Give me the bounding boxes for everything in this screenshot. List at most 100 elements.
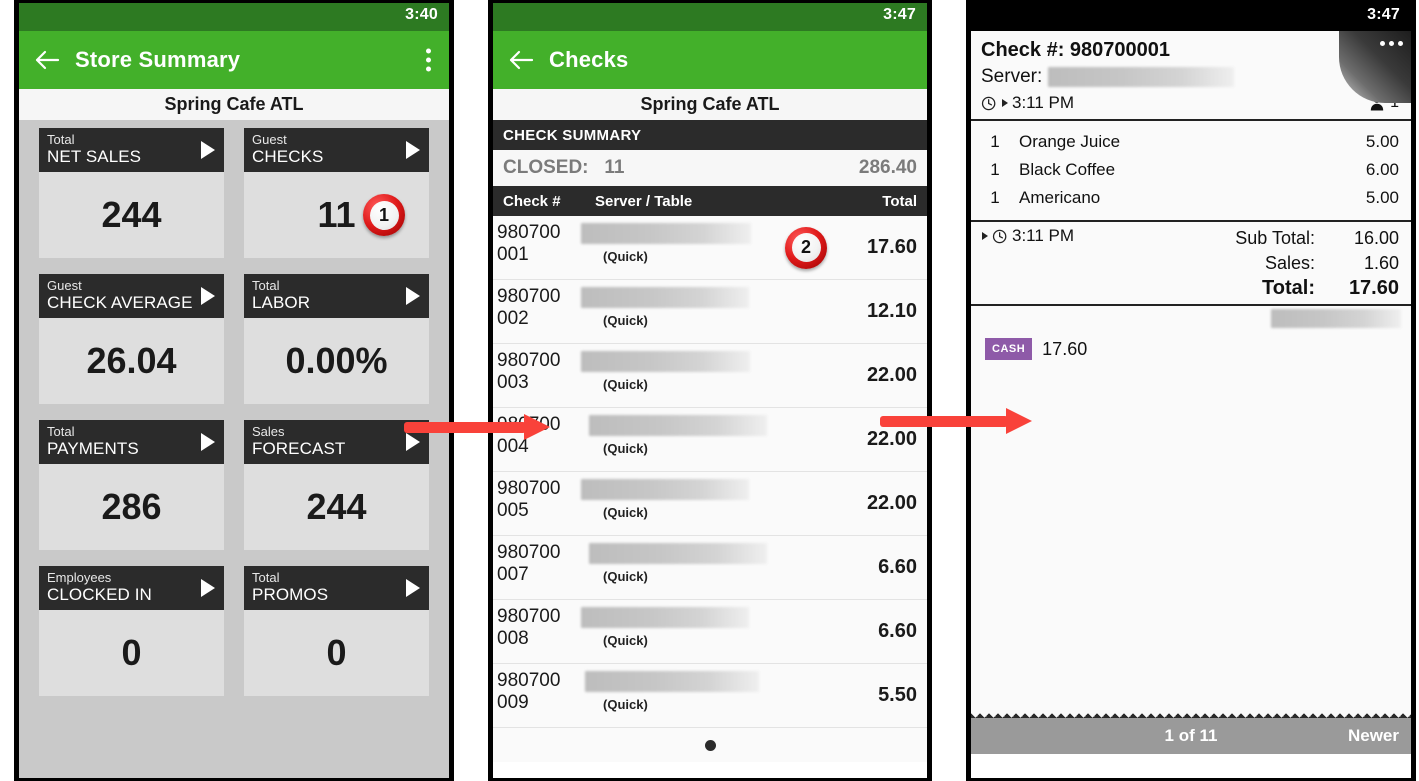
- summary-total: 286.40: [858, 157, 917, 178]
- check-list-item[interactable]: 980700 001 (Quick) 17.60 2: [493, 216, 927, 280]
- total-label: Total:: [1262, 277, 1315, 299]
- column-header-check-no: Check #: [503, 192, 561, 210]
- check-list-item[interactable]: 980700 009 (Quick) 5.50: [493, 664, 927, 728]
- check-server-table: (Quick): [581, 536, 825, 599]
- item-qty: 1: [990, 132, 1000, 151]
- tile-header: Total PROMOS: [244, 566, 429, 610]
- check-list-item[interactable]: 980700 007 (Quick) 6.60: [493, 536, 927, 600]
- check-number-top: 980700: [497, 670, 561, 691]
- item-price: 5.00: [1365, 132, 1399, 151]
- column-header-server-table: Server / Table: [595, 192, 693, 210]
- check-number-top: 980700: [497, 606, 561, 627]
- tile-row: Total NET SALES 244 Guest CHECKS 11 1: [19, 128, 449, 258]
- page-indicator: 1 of 11: [1164, 726, 1218, 745]
- play-arrow-icon: [201, 287, 215, 305]
- server-name-redacted: [581, 287, 749, 308]
- check-list-item[interactable]: 980700 005 (Quick) 22.00: [493, 472, 927, 536]
- column-header-total: Total: [882, 192, 917, 210]
- item-price: 5.00: [1365, 188, 1399, 207]
- metric-tile-checks[interactable]: Guest CHECKS 11 1: [244, 128, 429, 258]
- server-row: Server:: [981, 64, 1401, 90]
- receipt-footer-bar: 1 of 11 Newer: [971, 718, 1411, 754]
- tile-category: Sales: [252, 424, 285, 439]
- summary-left: CLOSED: 11: [503, 157, 624, 179]
- metric-tile-promos[interactable]: Total PROMOS 0: [244, 566, 429, 696]
- tile-value: 11: [317, 194, 356, 235]
- server-name-redacted: [589, 415, 767, 436]
- arrow-shaft: [880, 416, 1008, 427]
- check-number-top: 980700: [497, 286, 561, 307]
- total-label: Sales:: [1264, 253, 1315, 273]
- tile-category: Total: [47, 424, 75, 439]
- pagination-indicator[interactable]: [493, 728, 927, 762]
- check-total: 22.00: [866, 492, 917, 514]
- check-list-item[interactable]: 980700 002 (Quick) 12.10: [493, 280, 927, 344]
- item-qty: 1: [990, 160, 1000, 179]
- metric-tile-payments[interactable]: Total PAYMENTS 286: [39, 420, 224, 550]
- flow-arrow-1: [404, 414, 550, 440]
- tile-name: NET SALES: [47, 147, 142, 166]
- server-name-redacted: [581, 607, 749, 628]
- back-arrow-icon[interactable]: [19, 49, 75, 71]
- section-header-check-summary: CHECK SUMMARY: [493, 120, 927, 150]
- clock-icon: [981, 96, 996, 110]
- metric-tile-labor[interactable]: Total LABOR 0.00%: [244, 274, 429, 404]
- back-arrow-icon[interactable]: [493, 49, 549, 71]
- play-arrow-icon: [201, 579, 215, 597]
- status-bar: 3:47: [971, 3, 1411, 31]
- server-name-redacted: [581, 223, 751, 244]
- tile-category: Employees: [47, 570, 112, 585]
- check-total: 22.00: [866, 364, 917, 386]
- check-table: (Quick): [603, 569, 648, 584]
- check-list-item[interactable]: 980700 003 (Quick) 22.00: [493, 344, 927, 408]
- metric-tile-clocked-in[interactable]: Employees CLOCKED IN 0: [39, 566, 224, 696]
- overflow-menu-icon[interactable]: [426, 48, 431, 72]
- check-number-top: 980700: [497, 542, 561, 563]
- status-bar-time: 3:40: [405, 6, 438, 23]
- tile-name: CLOCKED IN: [47, 585, 152, 604]
- clock-icon: [992, 229, 1007, 243]
- status-bar-time: 3:47: [883, 6, 916, 23]
- store-name-header: Spring Cafe ATL: [19, 89, 449, 120]
- play-arrow-icon: [406, 141, 420, 159]
- check-number: 980700 008: [493, 600, 581, 663]
- check-list-item[interactable]: 980700 004 (Quick) 22.00: [493, 408, 927, 472]
- arrow-shaft: [404, 422, 526, 433]
- receipt-item: 1 Americano 5.00: [971, 184, 1411, 212]
- screenshot-stage: 3:40 Store Summary Spring Cafe ATL Total…: [0, 0, 1419, 781]
- check-total: 5.50: [878, 684, 917, 706]
- check-list: 980700 001 (Quick) 17.60 2 980700 002 (Q…: [493, 216, 927, 762]
- column-headers: Check # Server / Table Total: [493, 186, 927, 216]
- status-bar: 3:47: [493, 3, 927, 31]
- metric-tile-check-average[interactable]: Guest CHECK AVERAGE 26.04: [39, 274, 224, 404]
- total-value: 1.60: [1363, 253, 1399, 273]
- total-row-grand: Total: 17.60: [971, 276, 1411, 301]
- tile-name: CHECK AVERAGE: [47, 293, 193, 312]
- tile-name: PAYMENTS: [47, 439, 139, 458]
- check-number: 980700 005: [493, 472, 581, 535]
- check-number-bottom: 008: [497, 628, 529, 649]
- check-list-item[interactable]: 980700 008 (Quick) 6.60: [493, 600, 927, 664]
- server-name-redacted: [585, 671, 759, 692]
- tile-category: Total: [47, 132, 75, 147]
- flow-arrow-2: [880, 408, 1032, 434]
- receipt-item: 1 Orange Juice 5.00: [971, 128, 1411, 156]
- overflow-menu-icon[interactable]: [1380, 41, 1403, 46]
- check-table: (Quick): [603, 441, 648, 456]
- item-name: Orange Juice: [1019, 132, 1121, 151]
- page-title: Store Summary: [75, 47, 241, 72]
- receipt-view: Check #: 980700001 Server: 3:11 PM 1 1 O…: [971, 31, 1411, 754]
- check-table: (Quick): [603, 697, 648, 712]
- metric-tile-net-sales[interactable]: Total NET SALES 244: [39, 128, 224, 258]
- summary-count: 11: [604, 157, 625, 178]
- metric-tile-forecast[interactable]: Sales FORECAST 244: [244, 420, 429, 550]
- tile-category: Guest: [252, 132, 287, 147]
- closed-time-value: 3:11 PM: [1012, 226, 1075, 245]
- total-label: Sub Total:: [1235, 228, 1315, 248]
- item-name: Americano: [1019, 188, 1101, 207]
- pagination-dot[interactable]: [704, 739, 716, 751]
- check-number: 980700 001: [493, 216, 581, 279]
- newer-button[interactable]: Newer: [1348, 726, 1411, 746]
- tile-name: PROMOS: [252, 585, 329, 604]
- tile-category: Total: [252, 570, 280, 585]
